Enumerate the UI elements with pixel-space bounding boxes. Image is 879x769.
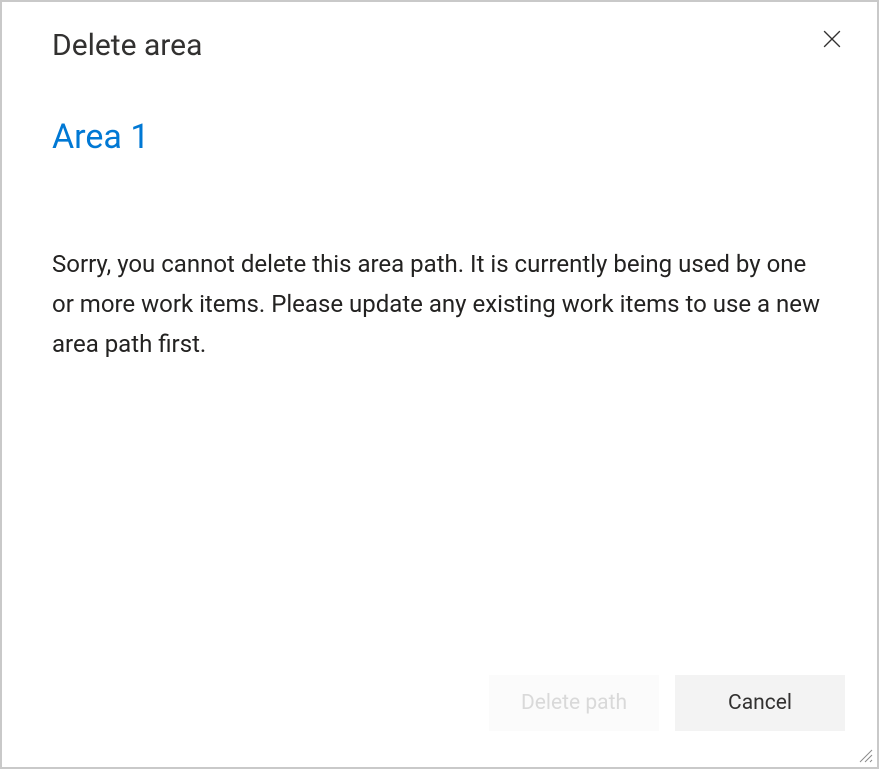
dialog-message: Sorry, you cannot delete this area path.…	[52, 244, 827, 365]
dialog-footer: Delete path Cancel	[2, 675, 877, 767]
dialog-body: Area 1 Sorry, you cannot delete this are…	[2, 65, 877, 675]
close-button[interactable]	[815, 22, 849, 56]
delete-area-dialog: Delete area Area 1 Sorry, you cannot del…	[0, 0, 879, 769]
delete-path-button: Delete path	[489, 675, 659, 731]
close-icon	[823, 30, 841, 48]
dialog-title: Delete area	[52, 26, 202, 65]
dialog-header: Delete area	[2, 2, 877, 65]
cancel-button[interactable]: Cancel	[675, 675, 845, 731]
area-name: Area 1	[52, 117, 827, 158]
